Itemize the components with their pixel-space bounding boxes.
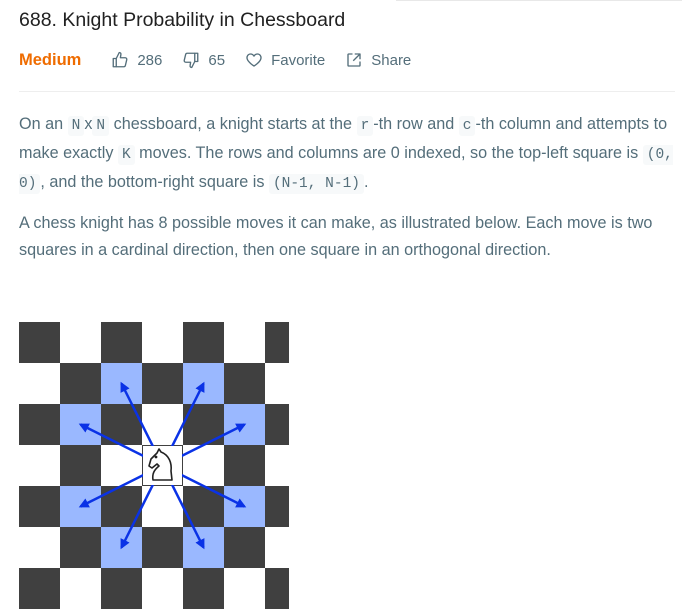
like-count: 286 (137, 51, 163, 69)
board-square (19, 568, 60, 609)
code-n: N (67, 116, 85, 136)
description-paragraph-2: A chess knight has 8 possible moves it c… (19, 214, 653, 259)
board-square (224, 322, 265, 363)
board-square (224, 363, 265, 404)
board-square (19, 322, 60, 363)
board-square (183, 568, 224, 609)
heart-icon (246, 53, 262, 67)
board-square (60, 363, 101, 404)
thumbs-up-icon (112, 51, 128, 68)
board-square (60, 527, 101, 568)
board-square (19, 486, 60, 527)
code-k: K (117, 145, 135, 165)
thumbs-down-icon (183, 52, 199, 69)
board-square (142, 568, 183, 609)
board-square (265, 527, 289, 568)
board-square (19, 527, 60, 568)
chessboard (19, 322, 289, 609)
board-square (101, 568, 142, 609)
board-square (60, 445, 101, 486)
board-square (224, 445, 265, 486)
header-divider (19, 91, 675, 92)
knight-moves-diagram (19, 322, 289, 611)
difficulty-label: Medium (19, 50, 82, 69)
board-square (101, 322, 142, 363)
board-square (142, 527, 183, 568)
top-border (396, 0, 682, 1)
board-square (224, 527, 265, 568)
share-button[interactable]: Share (345, 51, 411, 69)
board-square (60, 322, 101, 363)
board-square (265, 445, 289, 486)
dislike-count: 65 (208, 51, 226, 69)
board-square (142, 322, 183, 363)
board-square (60, 568, 101, 609)
board-square (19, 363, 60, 404)
board-square (183, 322, 224, 363)
code-n: N (92, 116, 110, 136)
share-label: Share (371, 51, 412, 69)
board-square (142, 363, 183, 404)
board-square (265, 363, 289, 404)
share-icon (347, 53, 361, 67)
code-c: c (458, 116, 476, 136)
board-square (265, 486, 289, 527)
board-square (19, 445, 60, 486)
favorite-button[interactable]: Favorite (245, 51, 325, 69)
dislike-button[interactable]: 65 (182, 51, 225, 69)
description-paragraph-1: On an NxN chessboard, a knight starts at… (19, 115, 673, 194)
knight-icon (143, 446, 182, 485)
problem-description: On an NxN chessboard, a knight starts at… (19, 111, 675, 276)
board-square (265, 322, 289, 363)
board-square (19, 404, 60, 445)
problem-title: 688. Knight Probability in Chessboard (19, 9, 346, 31)
favorite-label: Favorite (271, 51, 326, 69)
problem-meta: Medium 286 65 Favorite Share (19, 48, 431, 72)
board-square (265, 568, 289, 609)
board-square (224, 568, 265, 609)
board-square (265, 404, 289, 445)
code-bottom-right: (N-1, N-1) (268, 174, 364, 194)
like-button[interactable]: 286 (111, 51, 162, 69)
code-r: r (356, 116, 374, 136)
